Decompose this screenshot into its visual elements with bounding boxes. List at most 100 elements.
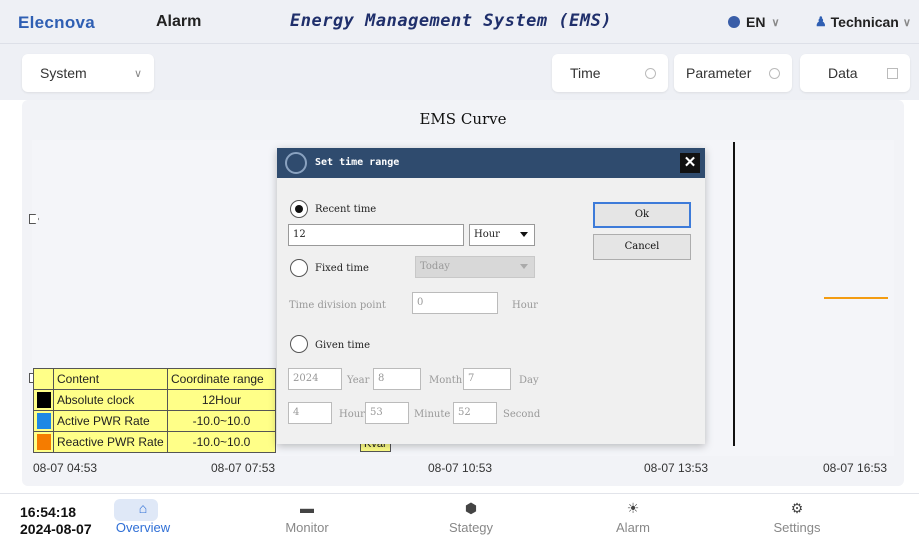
legend-swatch-cell bbox=[33, 431, 54, 453]
legend-swatch bbox=[36, 392, 51, 408]
x-tick-label: 08-07 16:53 bbox=[823, 461, 888, 475]
status-date: 2024-08-07 bbox=[20, 521, 92, 537]
dropdown-arrow-icon bbox=[520, 264, 528, 269]
legend-swatch bbox=[36, 434, 51, 450]
header-alarm-link[interactable]: Alarm bbox=[156, 13, 201, 31]
legend-label: Absolute clock bbox=[53, 389, 168, 411]
legend-range: 12Hour bbox=[167, 389, 276, 411]
app-title: Energy Management System (EMS) bbox=[290, 11, 613, 31]
x-tick-label: 08-07 13:53 bbox=[644, 461, 709, 475]
division-point-label: Time division point bbox=[289, 300, 386, 311]
hour-label: Hour bbox=[339, 409, 365, 420]
time-label: Time bbox=[570, 65, 601, 81]
legend-label: Active PWR Rate bbox=[53, 410, 168, 432]
globe-icon bbox=[728, 16, 740, 28]
recent-time-input[interactable]: 12 bbox=[288, 224, 464, 246]
x-tick-label: 08-07 04:53 bbox=[33, 461, 98, 475]
legend-swatch-cell bbox=[33, 368, 54, 390]
gear-icon: ⚙ bbox=[790, 500, 804, 516]
nav-alarm[interactable]: ☀ Alarm bbox=[598, 500, 668, 535]
dialog-header: Set time range ✕ bbox=[277, 148, 705, 178]
dialog-title: Set time range bbox=[315, 157, 400, 168]
fixed-time-radio[interactable] bbox=[290, 259, 308, 277]
nav-strategy-label: Stategy bbox=[448, 520, 494, 535]
parameter-label: Parameter bbox=[686, 65, 752, 81]
nav-overview[interactable]: ⌂ Overview bbox=[108, 500, 178, 535]
language-label: EN bbox=[746, 14, 766, 30]
year-input[interactable]: 2024 bbox=[288, 368, 342, 390]
brand-logo: Elecnova bbox=[18, 13, 96, 32]
chart-title: EMS Curve bbox=[419, 110, 507, 128]
data-button[interactable]: Data bbox=[800, 54, 910, 92]
month-input[interactable]: 8 bbox=[373, 368, 421, 390]
reactive-power-series bbox=[824, 297, 888, 299]
recent-unit-value: Hour bbox=[474, 229, 500, 240]
recent-time-label: Recent time bbox=[315, 204, 377, 215]
legend-range: -10.0~10.0 bbox=[167, 431, 276, 453]
nav-settings-label: Settings bbox=[773, 520, 821, 535]
legend-range: -10.0~10.0 bbox=[167, 410, 276, 432]
home-icon: ⌂ bbox=[138, 500, 148, 516]
data-label: Data bbox=[828, 65, 858, 81]
close-icon[interactable]: ✕ bbox=[680, 153, 700, 173]
time-button[interactable]: Time bbox=[552, 54, 668, 92]
nav-overview-label: Overview bbox=[115, 520, 171, 535]
division-unit-label: Hour bbox=[512, 300, 538, 311]
hour-input[interactable]: 4 bbox=[288, 402, 332, 424]
user-icon: ♟ bbox=[815, 14, 827, 29]
chevron-down-icon: ∨ bbox=[133, 67, 142, 80]
nav-strategy[interactable]: ⬢ Stategy bbox=[436, 500, 506, 535]
legend-row: Absolute clock 12Hour bbox=[33, 389, 276, 411]
given-time-radio[interactable] bbox=[290, 335, 308, 353]
fixed-time-value: Today bbox=[420, 261, 450, 272]
strategy-icon: ⬢ bbox=[464, 500, 478, 516]
legend-header-row: Content Coordinate range bbox=[33, 368, 276, 390]
legend-swatch-cell bbox=[33, 389, 54, 411]
system-label: System bbox=[40, 65, 87, 81]
edit-icon bbox=[887, 67, 898, 79]
nav-monitor[interactable]: ▬ Monitor bbox=[272, 500, 342, 535]
dropdown-arrow-icon bbox=[520, 232, 528, 237]
settings-icon bbox=[645, 67, 656, 79]
day-input[interactable]: 7 bbox=[463, 368, 511, 390]
minute-input[interactable]: 53 bbox=[365, 402, 409, 424]
division-point-input[interactable]: 0 bbox=[412, 292, 498, 314]
legend-header-range: Coordinate range bbox=[167, 368, 276, 390]
cursor-line[interactable] bbox=[733, 142, 735, 446]
top-header: Elecnova Alarm Energy Management System … bbox=[0, 0, 919, 44]
x-tick-label: 08-07 07:53 bbox=[211, 461, 276, 475]
recent-time-radio[interactable] bbox=[290, 200, 308, 218]
fixed-time-label: Fixed time bbox=[315, 263, 369, 274]
legend-label: Reactive PWR Rate bbox=[53, 431, 168, 453]
set-time-range-dialog: Set time range ✕ Recent time 12 Hour Fix… bbox=[277, 148, 705, 444]
ok-button[interactable]: Ok bbox=[593, 202, 691, 228]
status-time: 16:54:18 bbox=[20, 504, 77, 520]
user-name: Technican bbox=[830, 14, 899, 30]
user-menu[interactable]: ♟ Technican ∨ bbox=[815, 14, 911, 30]
second-input[interactable]: 52 bbox=[453, 402, 497, 424]
toolbar: System ∨ Time Parameter Data bbox=[0, 44, 919, 100]
clock-icon bbox=[285, 152, 307, 174]
month-label: Month bbox=[429, 375, 463, 386]
nav-alarm-label: Alarm bbox=[616, 520, 650, 535]
legend-row: Reactive PWR Rate -10.0~10.0 bbox=[33, 431, 276, 453]
nav-settings[interactable]: ⚙ Settings bbox=[762, 500, 832, 535]
legend-swatch-cell bbox=[33, 410, 54, 432]
chevron-down-icon: ∨ bbox=[771, 16, 780, 29]
cancel-button[interactable]: Cancel bbox=[593, 234, 691, 260]
monitor-icon: ▬ bbox=[300, 500, 314, 516]
recent-unit-select[interactable]: Hour bbox=[469, 224, 535, 246]
year-label: Year bbox=[347, 375, 370, 386]
minute-label: Minute bbox=[414, 409, 451, 420]
legend-table: Content Coordinate range Absolute clock … bbox=[33, 368, 276, 453]
fixed-time-select[interactable]: Today bbox=[415, 256, 535, 278]
parameter-button[interactable]: Parameter bbox=[674, 54, 792, 92]
x-tick-label: 08-07 10:53 bbox=[428, 461, 493, 475]
day-label: Day bbox=[519, 375, 539, 386]
status-clock: 16:54:18 2024-08-07 bbox=[20, 504, 92, 538]
legend-header-content: Content bbox=[53, 368, 168, 390]
second-label: Second bbox=[503, 409, 541, 420]
system-dropdown[interactable]: System ∨ bbox=[22, 54, 154, 92]
legend-swatch bbox=[36, 413, 51, 429]
language-selector[interactable]: EN ∨ bbox=[728, 14, 780, 30]
